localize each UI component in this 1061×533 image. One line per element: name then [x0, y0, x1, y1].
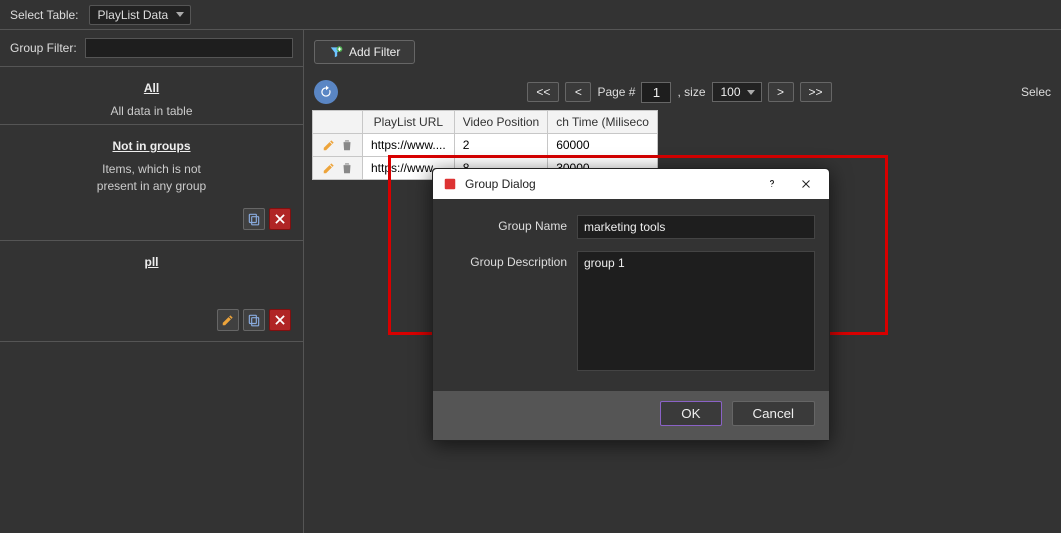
copy-icon	[247, 212, 261, 226]
dialog-titlebar: Group Dialog	[433, 169, 829, 199]
dialog-footer: OK Cancel	[433, 391, 829, 440]
close-button[interactable]	[793, 171, 819, 197]
close-icon	[273, 313, 287, 327]
pencil-icon	[221, 313, 235, 327]
table-header[interactable]: PlayList URL	[363, 111, 455, 134]
content-toolbar: Add Filter	[304, 30, 1061, 74]
group-filter-label: Group Filter:	[10, 41, 77, 55]
group-item-all[interactable]: All All data in table	[0, 67, 303, 125]
group-desc-label: Group Description	[447, 251, 567, 371]
question-icon	[766, 178, 778, 190]
table-row[interactable]: https://www.... 2 60000	[313, 134, 658, 157]
table-header[interactable]: Video Position	[454, 111, 548, 134]
sidebar: Group Filter: All All data in table Not …	[0, 30, 304, 533]
select-table-label: Select Table:	[10, 8, 79, 22]
trash-icon[interactable]	[340, 161, 354, 175]
cell-position: 2	[454, 134, 548, 157]
cell-url: https://www....	[363, 134, 455, 157]
delete-group-button[interactable]	[269, 208, 291, 230]
group-item-not-in-groups[interactable]: Not in groups Items, which is not presen…	[0, 125, 303, 242]
group-subtitle: Items, which is not present in any group	[12, 161, 291, 195]
pager-page-label: Page #	[597, 85, 635, 99]
pager-size-label: , size	[677, 85, 705, 99]
dialog-body: Group Name Group Description	[433, 199, 829, 391]
trash-icon[interactable]	[340, 138, 354, 152]
filter-plus-icon	[329, 45, 343, 59]
copy-icon	[247, 313, 261, 327]
group-title: Not in groups	[12, 139, 291, 153]
group-dialog: Group Dialog Group Name Group Descriptio…	[432, 168, 830, 441]
group-title: pll	[12, 255, 291, 269]
copy-group-button[interactable]	[243, 208, 265, 230]
close-icon	[273, 212, 287, 226]
refresh-button[interactable]	[314, 80, 338, 104]
pager-size-select[interactable]: 100	[712, 82, 762, 102]
close-icon	[800, 178, 812, 190]
chevron-down-icon	[747, 90, 755, 95]
pager-first[interactable]: <<	[527, 82, 559, 102]
refresh-icon	[319, 85, 333, 99]
delete-group-button[interactable]	[269, 309, 291, 331]
add-filter-button[interactable]: Add Filter	[314, 40, 415, 64]
pager-center: << < Page # , size 100 > >>	[348, 82, 1011, 103]
dialog-title: Group Dialog	[465, 177, 536, 191]
selected-label: Selec	[1021, 85, 1051, 99]
table-select-value: PlayList Data	[98, 8, 169, 22]
group-filter-input[interactable]	[85, 38, 293, 58]
group-name-field: Group Name	[447, 215, 815, 239]
cell-time: 60000	[548, 134, 658, 157]
group-title: All	[12, 81, 291, 95]
table-header-tools	[313, 111, 363, 134]
group-item-pll[interactable]: pll	[0, 241, 303, 342]
help-button[interactable]	[759, 171, 785, 197]
group-filter-row: Group Filter:	[0, 30, 303, 67]
top-bar: Select Table: PlayList Data	[0, 0, 1061, 30]
row-actions	[313, 134, 363, 157]
ok-button[interactable]: OK	[660, 401, 721, 426]
edit-group-button[interactable]	[217, 309, 239, 331]
pencil-icon[interactable]	[322, 138, 336, 152]
pager-last[interactable]: >>	[800, 82, 832, 102]
table-header-row: PlayList URL Video Position ch Time (Mil…	[313, 111, 658, 134]
copy-group-button[interactable]	[243, 309, 265, 331]
table-header[interactable]: ch Time (Miliseco	[548, 111, 658, 134]
group-name-label: Group Name	[447, 215, 567, 239]
group-subtitle: All data in table	[12, 103, 291, 120]
group-name-input[interactable]	[577, 215, 815, 239]
chevron-down-icon	[176, 12, 184, 17]
row-actions	[313, 157, 363, 180]
add-filter-label: Add Filter	[349, 45, 400, 59]
app-icon	[443, 177, 457, 191]
group-desc-field: Group Description	[447, 251, 815, 371]
pager-next[interactable]: >	[768, 82, 794, 102]
pager-page-input[interactable]	[641, 82, 671, 103]
pager-prev[interactable]: <	[565, 82, 591, 102]
group-desc-input[interactable]	[577, 251, 815, 371]
pencil-icon[interactable]	[322, 161, 336, 175]
table-select[interactable]: PlayList Data	[89, 5, 192, 25]
cancel-button[interactable]: Cancel	[732, 401, 816, 426]
pager-size-value: 100	[721, 85, 741, 99]
pager-row: << < Page # , size 100 > >> Selec	[304, 74, 1061, 110]
group-list: All All data in table Not in groups Item…	[0, 67, 303, 533]
